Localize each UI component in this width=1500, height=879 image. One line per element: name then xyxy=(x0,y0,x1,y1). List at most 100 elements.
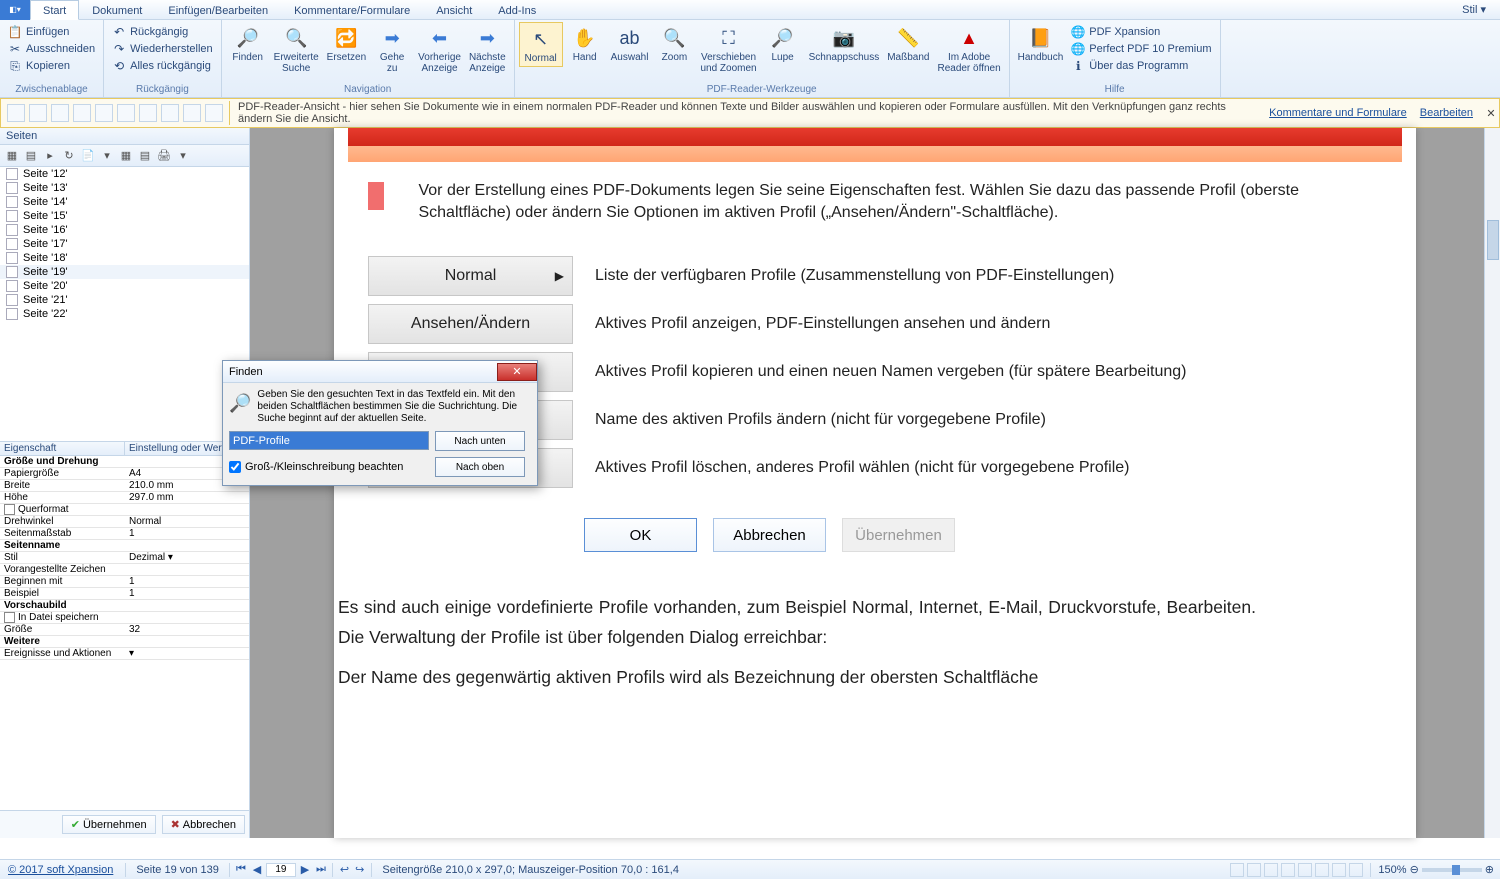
vm-icon[interactable] xyxy=(73,104,91,122)
prop-row[interactable]: Breite210.0 mm xyxy=(0,480,249,492)
tab-dokument[interactable]: Dokument xyxy=(79,0,155,20)
prop-row[interactable]: Ereignisse und Aktionen ▾ xyxy=(0,648,249,660)
tab-kommentare[interactable]: Kommentare/Formulare xyxy=(281,0,423,20)
zoom-slider[interactable] xyxy=(1422,868,1482,872)
prop-row[interactable]: PapiergrößeA4 xyxy=(0,468,249,480)
prop-row[interactable]: Querformat xyxy=(0,504,249,516)
zoom-out[interactable]: ⊖ xyxy=(1410,863,1419,876)
zoom-tool-button[interactable]: 🔍Zoom xyxy=(652,22,696,65)
page-item[interactable]: Seite '14' xyxy=(0,195,249,209)
vm-icon[interactable] xyxy=(95,104,113,122)
tb-icon[interactable]: ▦ xyxy=(118,148,134,164)
vm-icon[interactable] xyxy=(183,104,201,122)
style-dropdown[interactable]: Stil ▾ xyxy=(1448,3,1500,16)
vm-icon[interactable] xyxy=(139,104,157,122)
view-mode-icon[interactable] xyxy=(1264,863,1278,877)
view-mode-icon[interactable] xyxy=(1281,863,1295,877)
ok-button[interactable]: OK xyxy=(584,518,697,552)
normal-tool-button[interactable]: ↖Normal xyxy=(519,22,563,67)
undo-button[interactable]: ↶Rückgängig xyxy=(110,24,215,40)
select-tool-button[interactable]: abAuswahl xyxy=(607,22,653,65)
prop-row[interactable]: Beginnen mit1 xyxy=(0,576,249,588)
prop-row[interactable]: Seitenmaßstab1 xyxy=(0,528,249,540)
view-mode-icon[interactable] xyxy=(1298,863,1312,877)
page-item[interactable]: Seite '18' xyxy=(0,251,249,265)
tb-icon[interactable]: 📄 xyxy=(80,148,96,164)
goto-button[interactable]: ➡Gehe zu xyxy=(370,22,414,76)
prop-row[interactable]: Vorangestellte Zeichen xyxy=(0,564,249,576)
redo-button[interactable]: ↷Wiederherstellen xyxy=(110,41,215,57)
view-mode-icon[interactable] xyxy=(1332,863,1346,877)
case-checkbox[interactable] xyxy=(229,461,241,473)
snapshot-button[interactable]: 📷Schnappschuss xyxy=(805,22,884,65)
about-link[interactable]: ℹÜber das Programm xyxy=(1069,58,1213,74)
view-mode-icon[interactable] xyxy=(1247,863,1261,877)
premium-link[interactable]: 🌐Perfect PDF 10 Premium xyxy=(1069,41,1213,57)
xpansion-link[interactable]: 🌐PDF Xpansion xyxy=(1069,24,1213,40)
view-mode-icon[interactable] xyxy=(1349,863,1363,877)
adobe-button[interactable]: ▲Im Adobe Reader öffnen xyxy=(933,22,1004,76)
nav-first[interactable]: ⏮ xyxy=(234,863,248,876)
vm-icon[interactable] xyxy=(7,104,25,122)
paste-button[interactable]: 📋Einfügen xyxy=(6,24,97,40)
tb-icon[interactable]: ▤ xyxy=(23,148,39,164)
profile-button[interactable]: Ansehen/Ändern xyxy=(368,304,573,344)
adv-search-button[interactable]: 🔍Erweiterte Suche xyxy=(270,22,323,76)
prop-row[interactable]: Beispiel1 xyxy=(0,588,249,600)
replace-button[interactable]: 🔁Ersetzen xyxy=(323,22,370,65)
page-item[interactable]: Seite '19' xyxy=(0,265,249,279)
case-checkbox-label[interactable]: Groß-/Kleinschreibung beachten xyxy=(229,457,429,477)
tb-icon[interactable]: ▦ xyxy=(4,148,20,164)
app-icon[interactable]: ◧▾ xyxy=(0,0,30,20)
nav-last[interactable]: ⏭ xyxy=(314,863,328,876)
page-item[interactable]: Seite '12' xyxy=(0,167,249,181)
page-item[interactable]: Seite '17' xyxy=(0,237,249,251)
scrollbar-thumb[interactable] xyxy=(1487,220,1499,260)
search-up-button[interactable]: Nach oben xyxy=(435,457,525,477)
prop-row[interactable]: Höhe297.0 mm xyxy=(0,492,249,504)
vm-icon[interactable] xyxy=(117,104,135,122)
page-item[interactable]: Seite '15' xyxy=(0,209,249,223)
profile-button[interactable]: Normal▶ xyxy=(368,256,573,296)
hint-close[interactable]: ✕ xyxy=(1483,107,1499,120)
page-input[interactable] xyxy=(266,863,296,877)
find-button[interactable]: 🔎Finden xyxy=(226,22,270,65)
next-view-button[interactable]: ➡Nächste Anzeige xyxy=(465,22,510,76)
panzoom-button[interactable]: ⛶Verschieben und Zoomen xyxy=(696,22,760,76)
search-down-button[interactable]: Nach unten xyxy=(435,431,525,451)
vm-icon[interactable] xyxy=(161,104,179,122)
prop-row[interactable]: In Datei speichern xyxy=(0,612,249,624)
hint-link-edit[interactable]: Bearbeiten xyxy=(1420,107,1473,119)
undo-all-button[interactable]: ⟲Alles rückgängig xyxy=(110,58,215,74)
zoom-in[interactable]: ⊕ xyxy=(1485,863,1494,876)
find-input[interactable] xyxy=(229,431,429,450)
tab-ansicht[interactable]: Ansicht xyxy=(423,0,485,20)
vm-icon[interactable] xyxy=(29,104,47,122)
page-item[interactable]: Seite '20' xyxy=(0,279,249,293)
nav-back[interactable]: ↩ xyxy=(337,863,352,876)
loupe-button[interactable]: 🔎Lupe xyxy=(761,22,805,65)
tb-icon[interactable]: 🖨 xyxy=(156,148,172,164)
hint-link-forms[interactable]: Kommentare und Formulare xyxy=(1269,107,1407,119)
hand-tool-button[interactable]: ✋Hand xyxy=(563,22,607,65)
tb-icon[interactable]: ▤ xyxy=(137,148,153,164)
prop-row[interactable]: DrehwinkelNormal xyxy=(0,516,249,528)
nav-prev[interactable]: ◀ xyxy=(250,863,264,876)
copy-button[interactable]: ⎘Kopieren xyxy=(6,58,97,74)
tb-icon[interactable]: ▾ xyxy=(175,148,191,164)
tb-icon[interactable]: ▸ xyxy=(42,148,58,164)
tab-addins[interactable]: Add-Ins xyxy=(485,0,549,20)
measure-button[interactable]: 📏Maßband xyxy=(883,22,933,65)
view-mode-icon[interactable] xyxy=(1230,863,1244,877)
cancel-doc-button[interactable]: Abbrechen xyxy=(713,518,826,552)
prop-row[interactable]: Größe32 xyxy=(0,624,249,636)
view-mode-icon[interactable] xyxy=(1315,863,1329,877)
tab-start[interactable]: Start xyxy=(30,0,79,20)
page-item[interactable]: Seite '22' xyxy=(0,307,249,321)
prev-view-button[interactable]: ⬅Vorherige Anzeige xyxy=(414,22,465,76)
page-item[interactable]: Seite '16' xyxy=(0,223,249,237)
nav-fwd[interactable]: ↪ xyxy=(352,863,367,876)
tab-einfuegen[interactable]: Einfügen/Bearbeiten xyxy=(155,0,281,20)
cancel-button[interactable]: ✖Abbrechen xyxy=(162,815,245,834)
vm-icon[interactable] xyxy=(51,104,69,122)
